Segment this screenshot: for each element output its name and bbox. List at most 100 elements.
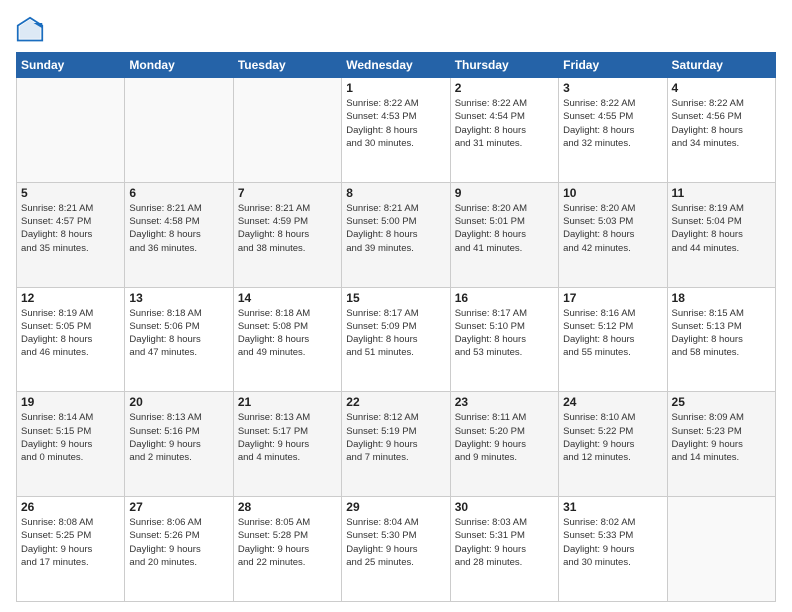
calendar-cell: 7 Sunrise: 8:21 AM Sunset: 4:59 PM Daylig…: [233, 182, 341, 287]
day-info: Sunrise: 8:17 AM Sunset: 5:09 PM Dayligh…: [346, 307, 445, 360]
day-number: 18: [672, 291, 771, 305]
day-info: Sunrise: 8:12 AM Sunset: 5:19 PM Dayligh…: [346, 411, 445, 464]
header: [16, 16, 776, 44]
day-info: Sunrise: 8:08 AM Sunset: 5:25 PM Dayligh…: [21, 516, 120, 569]
calendar-cell: 31Sunrise: 8:02 AM Sunset: 5:33 PM Dayli…: [559, 497, 667, 602]
day-info: Sunrise: 8:13 AM Sunset: 5:17 PM Dayligh…: [238, 411, 337, 464]
day-info: Sunrise: 8:22 AM Sunset: 4:54 PM Dayligh…: [455, 97, 554, 150]
calendar-week-row: 26 Sunrise: 8:08 AM Sunset: 5:25 PM Dayli…: [17, 497, 776, 602]
calendar-cell: 3 Sunrise: 8:22 AM Sunset: 4:55 PM Daylig…: [559, 78, 667, 183]
day-number: 30: [455, 500, 554, 514]
day-info: Sunrise: 8:09 AM Sunset: 5:23 PM Dayligh…: [672, 411, 771, 464]
day-info: Sunrise: 8:10 AM Sunset: 5:22 PM Dayligh…: [563, 411, 662, 464]
day-number: 14: [238, 291, 337, 305]
logo-icon: [16, 16, 44, 44]
day-info: Sunrise: 8:04 AM Sunset: 5:30 PM Dayligh…: [346, 516, 445, 569]
calendar-cell: 23 Sunrise: 8:11 AM Sunset: 5:20 PM Dayli…: [450, 392, 558, 497]
day-number: 27: [129, 500, 228, 514]
calendar-week-row: 5 Sunrise: 8:21 AM Sunset: 4:57 PM Daylig…: [17, 182, 776, 287]
day-number: 13: [129, 291, 228, 305]
day-info: Sunrise: 8:17 AM Sunset: 5:10 PM Dayligh…: [455, 307, 554, 360]
day-number: 21: [238, 395, 337, 409]
day-info: Sunrise: 8:18 AM Sunset: 5:06 PM Dayligh…: [129, 307, 228, 360]
day-number: 31: [563, 500, 662, 514]
day-number: 2: [455, 81, 554, 95]
day-number: 7: [238, 186, 337, 200]
day-info: Sunrise: 8:22 AM Sunset: 4:56 PM Dayligh…: [672, 97, 771, 150]
calendar-cell: [17, 78, 125, 183]
calendar-table: SundayMondayTuesdayWednesdayThursdayFrid…: [16, 52, 776, 602]
day-info: Sunrise: 8:20 AM Sunset: 5:01 PM Dayligh…: [455, 202, 554, 255]
calendar-cell: 20 Sunrise: 8:13 AM Sunset: 5:16 PM Dayli…: [125, 392, 233, 497]
day-number: 10: [563, 186, 662, 200]
day-info: Sunrise: 8:21 AM Sunset: 4:57 PM Dayligh…: [21, 202, 120, 255]
day-number: 26: [21, 500, 120, 514]
calendar-cell: [667, 497, 775, 602]
day-number: 23: [455, 395, 554, 409]
day-header-tuesday: Tuesday: [233, 53, 341, 78]
day-info: Sunrise: 8:03 AM Sunset: 5:31 PM Dayligh…: [455, 516, 554, 569]
day-number: 24: [563, 395, 662, 409]
day-header-saturday: Saturday: [667, 53, 775, 78]
calendar-cell: 6Sunrise: 8:21 AM Sunset: 4:58 PM Daylig…: [125, 182, 233, 287]
day-info: Sunrise: 8:11 AM Sunset: 5:20 PM Dayligh…: [455, 411, 554, 464]
calendar-header-row: SundayMondayTuesdayWednesdayThursdayFrid…: [17, 53, 776, 78]
calendar-cell: [125, 78, 233, 183]
calendar-cell: 19Sunrise: 8:14 AM Sunset: 5:15 PM Dayli…: [17, 392, 125, 497]
calendar-cell: 18 Sunrise: 8:15 AM Sunset: 5:13 PM Dayli…: [667, 287, 775, 392]
day-info: Sunrise: 8:15 AM Sunset: 5:13 PM Dayligh…: [672, 307, 771, 360]
calendar-cell: 4 Sunrise: 8:22 AM Sunset: 4:56 PM Daylig…: [667, 78, 775, 183]
day-info: Sunrise: 8:22 AM Sunset: 4:53 PM Dayligh…: [346, 97, 445, 150]
day-number: 4: [672, 81, 771, 95]
calendar-cell: 11 Sunrise: 8:19 AM Sunset: 5:04 PM Dayli…: [667, 182, 775, 287]
calendar-cell: 8Sunrise: 8:21 AM Sunset: 5:00 PM Daylig…: [342, 182, 450, 287]
calendar-cell: 13 Sunrise: 8:18 AM Sunset: 5:06 PM Dayli…: [125, 287, 233, 392]
day-info: Sunrise: 8:20 AM Sunset: 5:03 PM Dayligh…: [563, 202, 662, 255]
calendar-cell: 10 Sunrise: 8:20 AM Sunset: 5:03 PM Dayli…: [559, 182, 667, 287]
day-number: 15: [346, 291, 445, 305]
day-info: Sunrise: 8:19 AM Sunset: 5:04 PM Dayligh…: [672, 202, 771, 255]
day-number: 8: [346, 186, 445, 200]
calendar-cell: 28Sunrise: 8:05 AM Sunset: 5:28 PM Dayli…: [233, 497, 341, 602]
day-info: Sunrise: 8:16 AM Sunset: 5:12 PM Dayligh…: [563, 307, 662, 360]
calendar-cell: 29 Sunrise: 8:04 AM Sunset: 5:30 PM Dayli…: [342, 497, 450, 602]
calendar-cell: 24 Sunrise: 8:10 AM Sunset: 5:22 PM Dayli…: [559, 392, 667, 497]
calendar-cell: 16 Sunrise: 8:17 AM Sunset: 5:10 PM Dayli…: [450, 287, 558, 392]
calendar-cell: 30 Sunrise: 8:03 AM Sunset: 5:31 PM Dayli…: [450, 497, 558, 602]
calendar-cell: [233, 78, 341, 183]
day-number: 5: [21, 186, 120, 200]
day-info: Sunrise: 8:13 AM Sunset: 5:16 PM Dayligh…: [129, 411, 228, 464]
day-header-sunday: Sunday: [17, 53, 125, 78]
calendar-cell: 25 Sunrise: 8:09 AM Sunset: 5:23 PM Dayli…: [667, 392, 775, 497]
logo: [16, 16, 48, 44]
day-number: 16: [455, 291, 554, 305]
day-info: Sunrise: 8:22 AM Sunset: 4:55 PM Dayligh…: [563, 97, 662, 150]
calendar-cell: 1Sunrise: 8:22 AM Sunset: 4:53 PM Daylig…: [342, 78, 450, 183]
day-number: 11: [672, 186, 771, 200]
day-number: 12: [21, 291, 120, 305]
day-header-friday: Friday: [559, 53, 667, 78]
day-info: Sunrise: 8:21 AM Sunset: 4:58 PM Dayligh…: [129, 202, 228, 255]
calendar-cell: 2 Sunrise: 8:22 AM Sunset: 4:54 PM Daylig…: [450, 78, 558, 183]
calendar-cell: 9 Sunrise: 8:20 AM Sunset: 5:01 PM Daylig…: [450, 182, 558, 287]
day-info: Sunrise: 8:05 AM Sunset: 5:28 PM Dayligh…: [238, 516, 337, 569]
day-number: 25: [672, 395, 771, 409]
day-header-monday: Monday: [125, 53, 233, 78]
day-number: 9: [455, 186, 554, 200]
calendar-cell: 14 Sunrise: 8:18 AM Sunset: 5:08 PM Dayli…: [233, 287, 341, 392]
day-info: Sunrise: 8:21 AM Sunset: 4:59 PM Dayligh…: [238, 202, 337, 255]
day-info: Sunrise: 8:19 AM Sunset: 5:05 PM Dayligh…: [21, 307, 120, 360]
day-number: 3: [563, 81, 662, 95]
day-number: 20: [129, 395, 228, 409]
day-number: 19: [21, 395, 120, 409]
calendar-cell: 17 Sunrise: 8:16 AM Sunset: 5:12 PM Dayli…: [559, 287, 667, 392]
day-info: Sunrise: 8:18 AM Sunset: 5:08 PM Dayligh…: [238, 307, 337, 360]
calendar-cell: 15 Sunrise: 8:17 AM Sunset: 5:09 PM Dayli…: [342, 287, 450, 392]
calendar-week-row: 12 Sunrise: 8:19 AM Sunset: 5:05 PM Dayli…: [17, 287, 776, 392]
day-number: 29: [346, 500, 445, 514]
day-number: 17: [563, 291, 662, 305]
calendar-cell: 12 Sunrise: 8:19 AM Sunset: 5:05 PM Dayli…: [17, 287, 125, 392]
day-info: Sunrise: 8:06 AM Sunset: 5:26 PM Dayligh…: [129, 516, 228, 569]
calendar-week-row: 19Sunrise: 8:14 AM Sunset: 5:15 PM Dayli…: [17, 392, 776, 497]
day-number: 22: [346, 395, 445, 409]
